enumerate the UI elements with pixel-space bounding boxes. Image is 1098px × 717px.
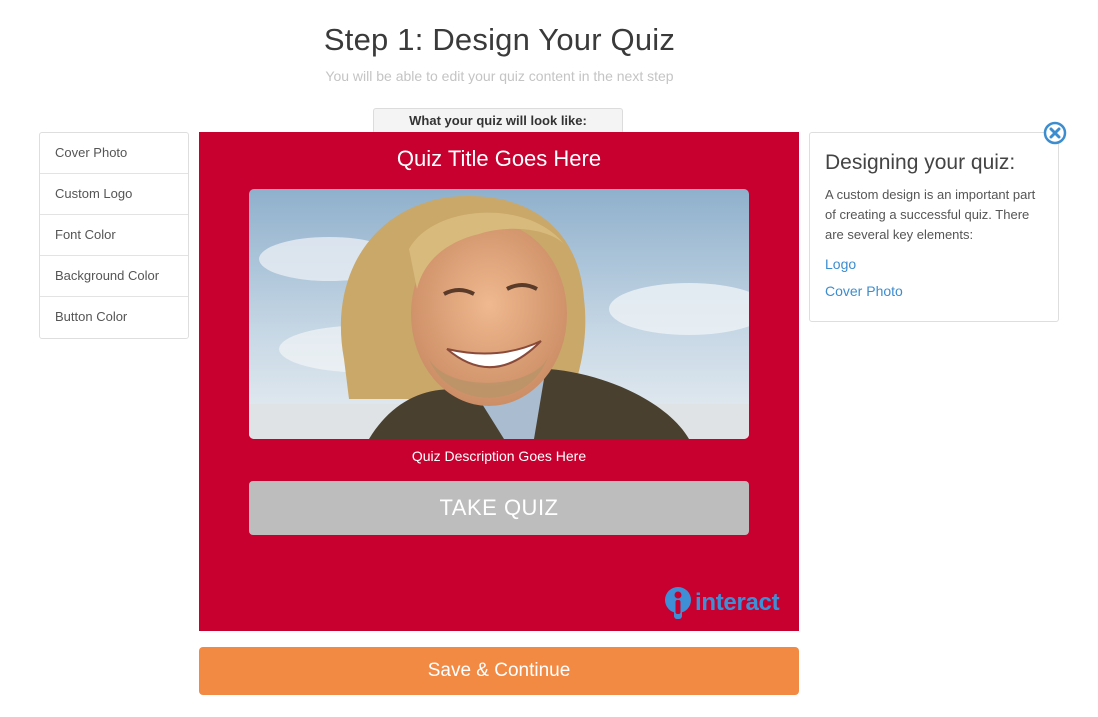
help-link-cover-photo[interactable]: Cover Photo: [825, 278, 1043, 305]
menu-item-font-color[interactable]: Font Color: [40, 215, 188, 256]
menu-item-button-color[interactable]: Button Color: [40, 297, 188, 338]
interact-logo-icon: [665, 587, 691, 619]
preview-tab-label: What your quiz will look like:: [373, 108, 623, 133]
quiz-title: Quiz Title Goes Here: [396, 146, 602, 171]
help-link-logo[interactable]: Logo: [825, 251, 1043, 278]
page-title: Step 1: Design Your Quiz: [323, 22, 676, 57]
close-icon[interactable]: [1043, 121, 1067, 145]
menu-item-custom-logo[interactable]: Custom Logo: [40, 174, 188, 215]
help-panel: Designing your quiz: A custom design is …: [809, 132, 1059, 322]
take-quiz-button[interactable]: TAKE QUIZ: [249, 481, 749, 535]
menu-item-cover-photo[interactable]: Cover Photo: [40, 133, 188, 174]
quiz-preview: Quiz Title Goes Here Quiz Description Go…: [199, 132, 799, 631]
design-menu: Cover Photo Custom Logo Font Color Backg…: [39, 132, 189, 339]
quiz-description: Quiz Description Goes Here: [411, 448, 587, 464]
menu-item-background-color[interactable]: Background Color: [40, 256, 188, 297]
interact-logo: interact: [663, 586, 780, 620]
interact-logo-text: interact: [695, 589, 780, 616]
cover-photo: [249, 189, 749, 439]
help-text: A custom design is an important part of …: [825, 187, 1036, 242]
help-title: Designing your quiz:: [825, 151, 1016, 174]
portrait-photo-icon: [249, 189, 749, 439]
save-continue-button[interactable]: Save & Continue: [199, 647, 799, 695]
page-subtitle: You will be able to edit your quiz conte…: [325, 68, 674, 84]
